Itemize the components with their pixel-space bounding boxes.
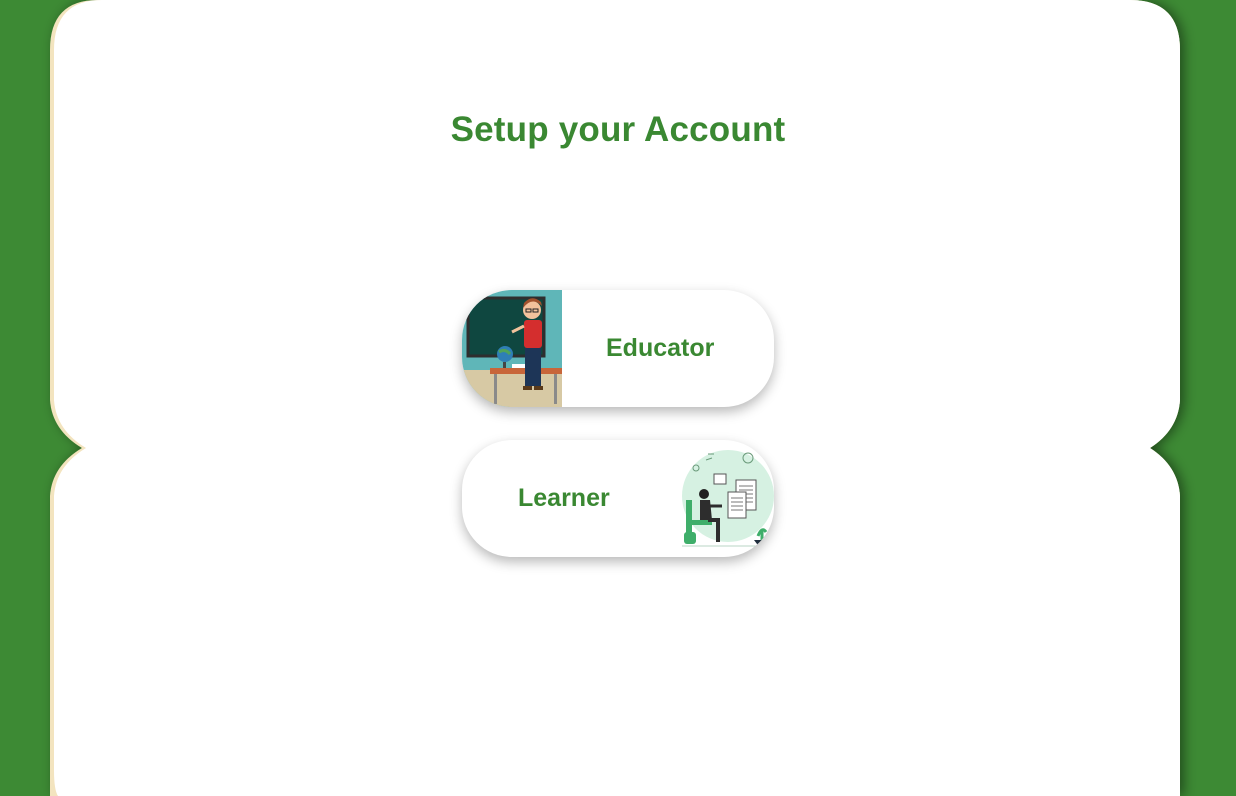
learner-role-button[interactable]: Learner: [462, 440, 774, 557]
student-illustration: [682, 450, 774, 548]
learner-label: Learner: [518, 484, 610, 512]
educator-role-button[interactable]: Educator: [462, 290, 774, 407]
teacher-illustration: [462, 290, 562, 407]
educator-label: Educator: [606, 334, 715, 362]
page-title: Setup your Account: [450, 110, 786, 149]
